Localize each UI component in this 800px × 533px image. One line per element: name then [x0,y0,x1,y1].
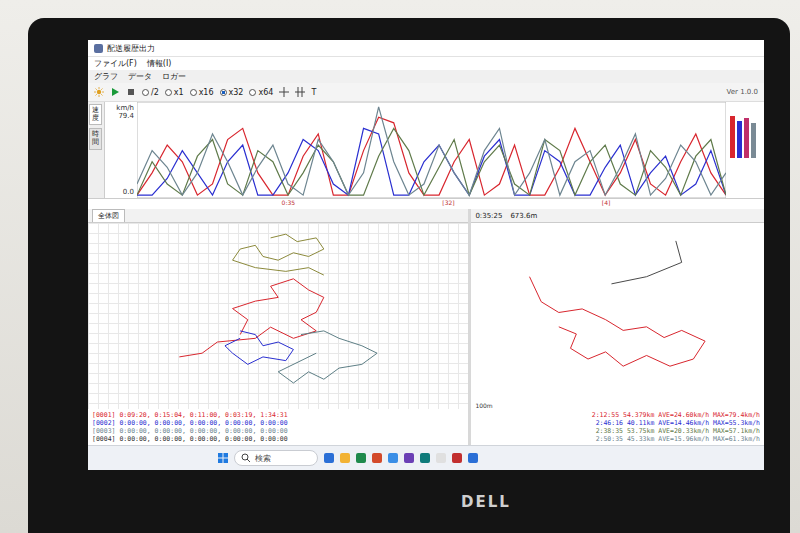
detail-map[interactable] [471,223,764,402]
taskbar-app-icon[interactable] [372,453,382,463]
menu-item[interactable]: ロガー [162,71,186,82]
sun-icon[interactable] [94,87,104,97]
play-icon[interactable] [110,87,120,97]
menu-bar: ファイル(F) 情報(I) [88,57,764,70]
speed-radio[interactable]: x64 [249,88,273,97]
summary-bar [744,118,749,158]
taskbar-app-icon[interactable] [436,453,446,463]
route-line [612,241,682,284]
radio-dot [142,89,149,96]
menu-item[interactable]: 情報(I) [147,58,172,69]
search-box[interactable]: 検索 [234,450,318,466]
speed-radio[interactable]: x1 [165,88,184,97]
app-icon [94,44,103,53]
stat-line: 2:46:16 40.11km AVE=14.46km/h MAX=55.3km… [596,419,760,427]
summary-bar [737,121,742,159]
chart-line [137,107,726,195]
route-line [179,279,324,357]
side-tab[interactable]: 速度 [89,104,102,125]
log-line: [0004] 0:00:00, 0:00:00, 0:00:00, 0:00:0… [92,435,288,443]
taskbar-app-icon[interactable] [356,453,366,463]
taskbar-app-icon[interactable] [420,453,430,463]
log-line: [0001] 0:09:20, 0:15:04, 0:11:00, 0:03:1… [92,411,288,419]
chart-plot[interactable] [137,102,726,198]
summary-bar [730,116,735,159]
brand-logo: DELL [461,493,511,511]
y-axis: km/h79.40.0 [105,102,137,198]
stat-line: 2:12:55 54.379km AVE=24.60km/h MAX=79.4k… [592,411,760,419]
radio-dot [165,89,172,96]
pane-header: 全体図 [88,209,468,223]
radio-dot [249,89,256,96]
toolbar: /2 x1 x16 x32 x64 T Ver 1.0.0 [88,83,764,102]
stat-line: 2:38:35 53.75km AVE=20.33km/h MAX=57.1km… [596,427,760,435]
speed-radio[interactable]: x16 [190,88,214,97]
menu-item[interactable]: データ [128,71,152,82]
taskbar-app-icon[interactable] [468,453,478,463]
log-lines: [0001] 0:09:20, 0:15:04, 0:11:00, 0:03:1… [88,409,468,445]
chart-line [137,128,726,195]
version-label: Ver 1.0.0 [727,88,758,96]
route-line [530,277,706,367]
pane-tab[interactable]: 全体図 [92,209,125,222]
route-line [233,234,324,275]
speed-radio[interactable]: /2 [142,88,159,97]
monitor-bezel: DELL [88,470,764,533]
log-line: [0002] 0:00:00, 0:00:00, 0:00:00, 0:00:0… [92,419,288,427]
side-tabs: 速度時間 [88,102,105,198]
pane-header: 0:35:25 673.6m [471,209,764,223]
distance: 673.6m [510,212,537,220]
taskbar-app-icon[interactable] [388,453,398,463]
stop-icon[interactable] [126,87,136,97]
move-icon[interactable] [279,87,289,97]
map-panes: 全体図 [0001] 0:09:20, 0:15:04, 0:11:00, 0:0… [88,209,764,445]
monitor: 配送履歴出力ファイル(F)情報(I)グラフデータロガー/2x1x16x32x64… [28,18,790,533]
radio-dot [220,89,227,96]
menu-item[interactable]: グラフ [94,71,118,82]
summary-bars [726,102,764,198]
screen: 配送履歴出力ファイル(F)情報(I)グラフデータロガー/2x1x16x32x64… [88,40,764,470]
side-tab[interactable]: 時間 [89,128,102,149]
photo-scene: 配送履歴出力ファイル(F)情報(I)グラフデータロガー/2x1x16x32x64… [0,0,800,533]
overview-pane: 全体図 [0001] 0:09:20, 0:15:04, 0:11:00, 0:0… [88,209,468,445]
overview-map[interactable] [88,223,468,409]
split-icon[interactable] [295,87,305,97]
log-line: [0003] 0:00:00, 0:00:00, 0:00:00, 0:00:0… [92,427,288,435]
speed-radio[interactable]: x32 [220,88,244,97]
text-tool[interactable]: T [311,88,316,97]
speed-chart: 速度時間km/h79.40.0 [88,102,764,199]
summary-bar [751,123,756,158]
start-icon[interactable] [218,453,228,463]
taskbar-app-icon[interactable] [404,453,414,463]
search-icon [241,453,251,463]
elapsed-time: 0:35:25 [475,212,502,220]
route-line [225,331,293,364]
title-bar: 配送履歴出力 [88,40,764,57]
chart-line [137,128,726,195]
route-line [278,331,377,383]
detail-pane: 0:35:25 673.6m 100m 2:12:55 54.379km AVE=24… [471,209,764,445]
stat-line: 2:50:35 45.33km AVE=15.96km/h MAX=61.3km… [596,435,760,443]
map-scale: 100m [471,402,764,409]
chart-line [137,117,726,195]
taskbar-app-icon[interactable] [452,453,462,463]
time-markers: 0:35[32][4] [88,199,764,209]
radio-dot [190,89,197,96]
sub-menu-bar: グラフデータロガー [88,70,764,83]
window-title: 配送履歴出力 [107,43,155,54]
taskbar-app-icon[interactable] [340,453,350,463]
menu-item[interactable]: ファイル(F) [94,58,137,69]
taskbar: 検索 [88,445,764,470]
route-stats: 2:12:55 54.379km AVE=24.60km/h MAX=79.4k… [471,409,764,445]
taskbar-app-icon[interactable] [324,453,334,463]
